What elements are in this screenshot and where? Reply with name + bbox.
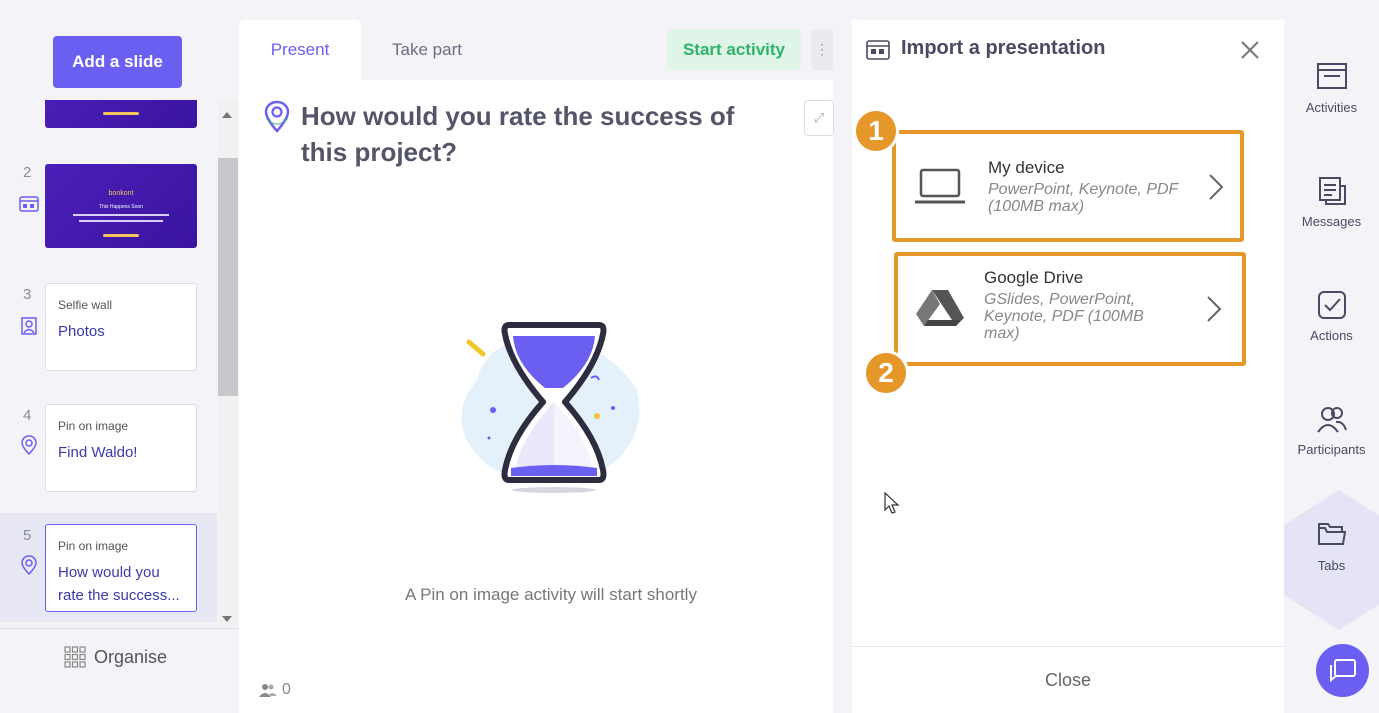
close-button[interactable]: Close: [852, 646, 1284, 713]
organise-bar: Organise: [0, 628, 239, 713]
scrollbar-thumb[interactable]: [218, 158, 238, 396]
organise-button[interactable]: Organise: [64, 646, 167, 668]
sidebar-label: Messages: [1301, 214, 1362, 229]
messages-icon: [1318, 177, 1346, 205]
slide-list: 2 bonkont This Happens Soon 3 Selfie wal…: [0, 100, 217, 622]
import-presentation-panel: Import a presentation My device PowerPoi…: [852, 20, 1284, 713]
sidebar-label: Tabs: [1317, 558, 1346, 573]
participants-icon: [259, 684, 277, 697]
pin-icon: [264, 100, 290, 133]
thumbnail-brand: bonkont: [108, 190, 134, 197]
slide-row-3[interactable]: 3 Selfie wall Photos: [0, 276, 217, 376]
slide-number: 5: [23, 527, 32, 544]
participant-counter: 0: [259, 681, 291, 699]
organise-label: Organise: [94, 646, 168, 667]
slide-thumbnail[interactable]: [45, 100, 197, 128]
my-device-option[interactable]: My device PowerPoint, Keynote, PDF (100M…: [892, 130, 1244, 242]
slide-type-label: Pin on image: [58, 539, 129, 553]
sidebar-label: Participants: [1297, 442, 1366, 457]
slide-number: 2: [23, 164, 32, 181]
add-slide-button[interactable]: Add a slide: [53, 36, 182, 88]
hourglass-illustration: [461, 322, 640, 493]
expand-icon[interactable]: ⤢: [804, 100, 834, 136]
selfie-icon: [21, 317, 37, 335]
thumbnail-text: This Happens Soon: [99, 204, 143, 210]
slide-type-label: Pin on image: [58, 419, 129, 433]
thumbnail-line: [79, 220, 163, 222]
thumbnail-bar: [103, 234, 139, 237]
activities-icon: [1316, 63, 1347, 89]
option-description: PowerPoint, Keynote, PDF (100MB max): [988, 181, 1179, 215]
close-icon[interactable]: [1238, 38, 1262, 62]
slide-panel: Add a slide 2 bonkont This Happens Soon: [0, 0, 239, 713]
slide-card[interactable]: Selfie wall Photos: [45, 283, 197, 371]
slide-card[interactable]: Pin on image How would you rate the succ…: [45, 524, 197, 612]
laptop-icon: [915, 168, 965, 204]
slide-number: 4: [23, 407, 32, 424]
scroll-down-arrow-icon[interactable]: [222, 616, 232, 622]
panel-title: Import a presentation: [901, 37, 1106, 59]
tab-present[interactable]: Present: [239, 20, 361, 80]
sidebar-item-actions[interactable]: Actions: [1284, 290, 1379, 343]
pin-icon: [21, 555, 37, 575]
chat-icon: [1329, 658, 1356, 682]
sidebar-label: Actions: [1310, 328, 1353, 343]
start-activity-button[interactable]: Start activity: [667, 29, 801, 70]
thumbnail-line: [73, 214, 169, 216]
presentation-icon: [19, 196, 39, 212]
slide-row-5[interactable]: 5 Pin on image How would you rate the su…: [0, 513, 217, 622]
slide-card[interactable]: Pin on image Find Waldo!: [45, 404, 197, 492]
slide-row-4[interactable]: 4 Pin on image Find Waldo!: [0, 397, 217, 497]
slide-title: Find Waldo!: [58, 444, 138, 461]
right-sidebar: Activities Messages Actions Participants: [1284, 20, 1379, 713]
participant-count-value: 0: [282, 681, 291, 698]
chevron-right-icon: [1207, 296, 1222, 322]
thumbnail-bar: [103, 112, 139, 115]
folder-icon: [1317, 523, 1346, 545]
sidebar-item-participants[interactable]: Participants: [1284, 404, 1379, 457]
google-drive-icon: [916, 290, 964, 326]
tab-take-part[interactable]: Take part: [361, 20, 493, 80]
step-badge-1: 1: [853, 108, 899, 154]
pin-icon: [21, 435, 37, 455]
participants-icon: [1316, 407, 1347, 433]
sidebar-item-messages[interactable]: Messages: [1284, 176, 1379, 229]
sidebar-item-activities[interactable]: Activities: [1284, 62, 1379, 115]
question-title: How would you rate the success of this p…: [301, 101, 735, 167]
grid-icon: [64, 646, 86, 668]
more-options-icon[interactable]: ⋮: [811, 29, 833, 70]
activity-panel: Present Take part Start activity ⋮ How w…: [239, 20, 834, 713]
chevron-right-icon: [1209, 174, 1224, 200]
google-drive-option[interactable]: Google Drive GSlides, PowerPoint, Keynot…: [894, 252, 1246, 366]
actions-icon: [1317, 291, 1346, 319]
slide-title: Photos: [58, 323, 105, 340]
option-description: GSlides, PowerPoint, Keynote, PDF (100MB…: [984, 291, 1144, 342]
mouse-cursor-icon: [884, 492, 900, 514]
slide-thumbnail[interactable]: bonkont This Happens Soon: [45, 164, 197, 248]
tab-bar: Present Take part Start activity ⋮: [239, 20, 833, 80]
scroll-up-arrow-icon[interactable]: [222, 112, 232, 118]
slide-row-2[interactable]: 2 bonkont This Happens Soon: [0, 156, 217, 256]
slide-number: 3: [23, 286, 32, 303]
sidebar-item-tabs[interactable]: Tabs: [1284, 520, 1379, 573]
option-title: Google Drive: [984, 268, 1084, 287]
step-badge-2: 2: [863, 350, 909, 396]
presentation-icon: [866, 40, 890, 60]
slide-title: How would you rate the success...: [58, 564, 180, 604]
slide-type-label: Selfie wall: [58, 298, 113, 312]
option-title: My device: [988, 158, 1065, 177]
chat-button[interactable]: [1316, 644, 1369, 697]
waiting-message: A Pin on image activity will start short…: [405, 585, 697, 604]
slide-row-1[interactable]: [0, 100, 217, 140]
sidebar-label: Activities: [1305, 100, 1358, 115]
